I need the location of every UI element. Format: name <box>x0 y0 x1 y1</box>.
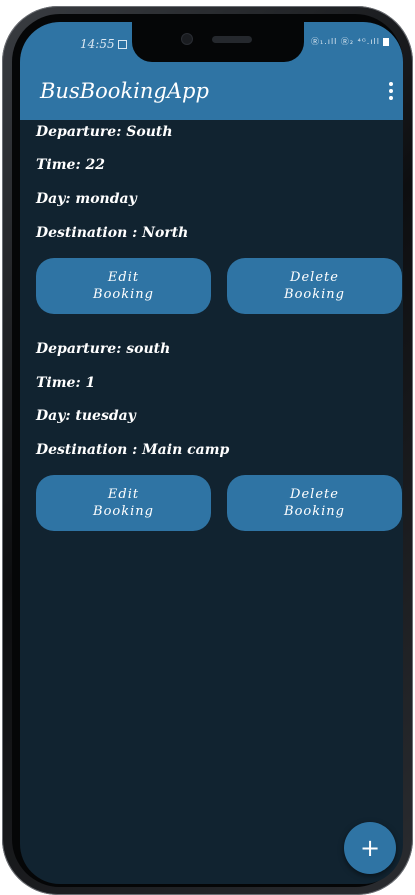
day-text: Day: tuesday <box>36 408 136 424</box>
battery-icon <box>383 37 389 46</box>
time-text: Time: 22 <box>36 157 105 173</box>
more-vert-icon[interactable] <box>386 82 396 104</box>
speaker-icon <box>212 36 252 43</box>
time-text: Time: 1 <box>36 375 96 391</box>
add-booking-button[interactable]: + <box>344 822 396 874</box>
edit-booking-label-line2: Booking <box>93 504 154 519</box>
status-indicators: Ⓡ₁.ıll Ⓡ₂ ⁴ᴳ.ıll <box>311 36 389 47</box>
delete-booking-label-line2: Booking <box>284 287 345 302</box>
app-screen: 14:55 Ⓡ₁.ıll Ⓡ₂ ⁴ᴳ.ıll BusBookingApp Dep… <box>20 22 403 884</box>
day-text: Day: monday <box>36 191 137 207</box>
departure-text: Departure: south <box>36 341 171 357</box>
edit-booking-label-line2: Booking <box>93 287 154 302</box>
destination-text: Destination : North <box>36 225 189 241</box>
edit-booking-button[interactable]: Edit Booking <box>36 475 211 531</box>
edit-booking-button[interactable]: Edit Booking <box>36 258 211 314</box>
page: 14:55 Ⓡ₁.ıll Ⓡ₂ ⁴ᴳ.ıll BusBookingApp Dep… <box>0 0 415 895</box>
departure-text: Departure: South <box>36 124 173 140</box>
notification-icon <box>117 40 127 49</box>
app-title: BusBookingApp <box>40 79 209 103</box>
signal-icon: Ⓡ₁.ıll Ⓡ₂ ⁴ᴳ.ıll <box>310 37 380 46</box>
edit-booking-label-line1: Edit <box>107 487 140 502</box>
edit-booking-label-line1: Edit <box>107 270 140 285</box>
status-time-text: 14:55 <box>80 37 115 51</box>
delete-booking-label-line1: Delete <box>290 487 339 502</box>
status-time: 14:55 <box>80 37 127 51</box>
delete-booking-button[interactable]: Delete Booking <box>227 475 402 531</box>
app-bar: 14:55 Ⓡ₁.ıll Ⓡ₂ ⁴ᴳ.ıll BusBookingApp <box>20 22 403 120</box>
camera-notch <box>132 22 304 62</box>
delete-booking-label-line2: Booking <box>284 504 345 519</box>
plus-icon: + <box>359 834 381 862</box>
camera-icon <box>182 34 192 44</box>
delete-booking-label-line1: Delete <box>290 270 339 285</box>
delete-booking-button[interactable]: Delete Booking <box>227 258 402 314</box>
destination-text: Destination : Main camp <box>36 442 230 458</box>
